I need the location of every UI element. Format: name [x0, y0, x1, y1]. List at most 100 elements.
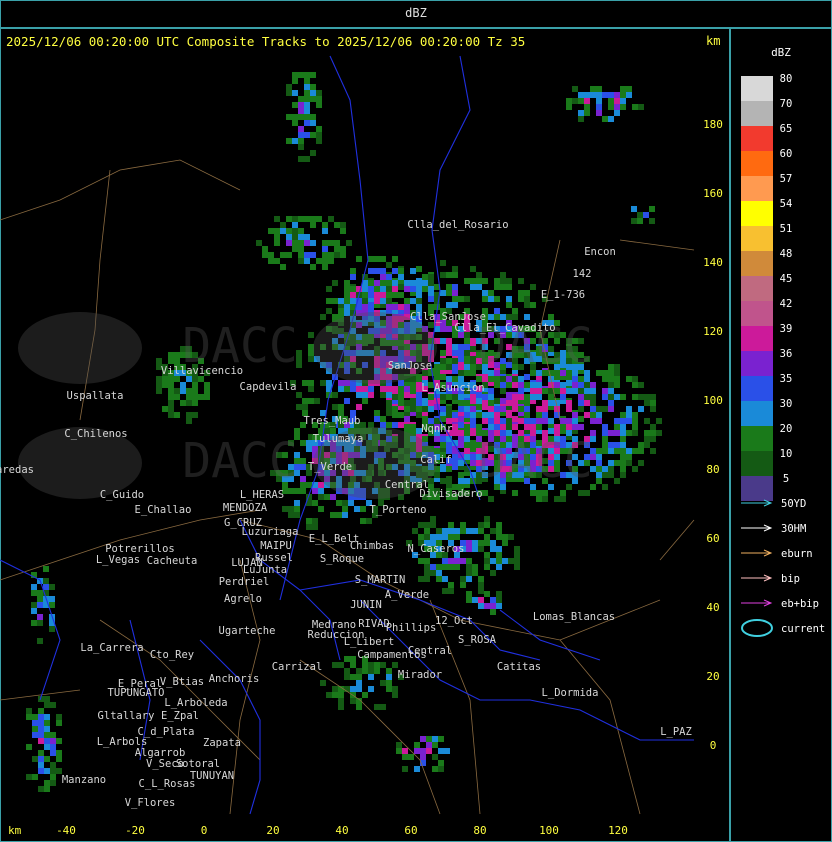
legend-swatch: [741, 176, 773, 201]
legend-level-label: 5: [783, 473, 789, 485]
legend-swatch: [741, 351, 773, 376]
legend-level-label: 39: [780, 323, 793, 335]
legend-level-label: 70: [780, 98, 793, 110]
legend-level-label: 57: [780, 173, 793, 185]
town-label: Luzuriaga: [242, 526, 299, 538]
radar-display: dBZ 2025/12/06 00:20:00 UTC Composite Tr…: [0, 0, 832, 842]
legend-swatch: [741, 251, 773, 276]
legend-level-label: 42: [780, 298, 793, 310]
y-tick-label: 120: [703, 325, 723, 338]
x-axis-unit-label: km: [8, 824, 22, 837]
legend-level-label: 20: [780, 423, 793, 435]
town-label: MENDOZA: [223, 502, 268, 514]
town-label: A_Verde: [385, 589, 429, 601]
town-label: La_Carrera: [80, 642, 143, 654]
town-label: Manzano: [62, 774, 106, 786]
town-label: Villavicencio: [161, 365, 243, 377]
town-label: Uspallata: [67, 390, 124, 402]
town-label: TUNUYAN: [190, 770, 234, 782]
town-label: SanJose: [388, 360, 432, 372]
town-label: Catitas: [497, 661, 541, 673]
town-label: Clla_del_Rosario: [407, 219, 508, 231]
legend-swatch: [741, 126, 773, 151]
town-label: Ugarteche: [219, 625, 276, 637]
town-label: TUPUNGATO: [108, 687, 165, 699]
town-label: Cacheuta: [147, 555, 198, 567]
town-label: Clla_El_Cavadito: [454, 322, 555, 334]
town-label: Nqnhr: [421, 423, 453, 435]
town-label: S_Roque: [320, 553, 364, 565]
track-label: eb+bip: [781, 598, 819, 610]
track-label: current: [781, 623, 825, 635]
town-label: L_Arboleda: [164, 697, 227, 709]
town-label: Agrelo: [224, 593, 262, 605]
town-label: Sotoral: [176, 758, 220, 770]
current-cell-icon: [741, 619, 773, 637]
x-tick-label: -20: [125, 824, 145, 837]
town-label: Lomas_Blancas: [533, 611, 615, 623]
town-label: Phillips: [386, 622, 437, 634]
x-tick-label: 60: [404, 824, 417, 837]
town-label: L_Asuncion: [421, 382, 484, 394]
track-label: 30HM: [781, 523, 806, 535]
legend-swatch: [741, 376, 773, 401]
town-label: Carrizal: [272, 661, 323, 673]
legend-swatch: [741, 476, 773, 501]
legend-swatch: [741, 151, 773, 176]
legend-swatch: [741, 451, 773, 476]
legend-level-label: 51: [780, 223, 793, 235]
y-tick-label: 160: [703, 187, 723, 200]
town-label: Perdriel: [219, 576, 270, 588]
town-label: JUNIN: [350, 599, 382, 611]
radar-map[interactable]: DACC DACCDACC DACC Clla_del_RosarioEncon14…: [0, 0, 832, 842]
legend-swatch: [741, 76, 773, 101]
town-label: Capdevila: [240, 381, 297, 393]
y-tick-label: 80: [706, 463, 719, 476]
legend-level-label: 65: [780, 123, 793, 135]
legend-level-label: 48: [780, 248, 793, 260]
town-label: T_Porteno: [370, 504, 427, 516]
legend-level-label: 35: [780, 373, 793, 385]
y-tick-label: 100: [703, 394, 723, 407]
legend-swatch: [741, 276, 773, 301]
town-label: L_Vegas: [96, 554, 140, 566]
track-label: bip: [781, 573, 800, 585]
legend-level-label: 45: [780, 273, 793, 285]
town-label: Mirador: [398, 669, 442, 681]
town-label: S_ROSA: [458, 634, 497, 646]
track-label: 50YD: [781, 498, 806, 510]
track-label: eburn: [781, 548, 813, 560]
town-label: 142: [573, 268, 592, 280]
y-tick-label: 180: [703, 118, 723, 131]
town-label: S_MARTIN: [355, 574, 406, 586]
town-label: L_Libert: [344, 636, 395, 648]
legend-swatch: [741, 401, 773, 426]
x-tick-label: 80: [473, 824, 486, 837]
town-label: Zapata: [203, 737, 241, 749]
town-label: Tres_Maub: [304, 415, 361, 427]
town-label: L_HERAS: [240, 489, 284, 501]
x-tick-label: 100: [539, 824, 559, 837]
legend-swatch: [741, 301, 773, 326]
x-tick-label: 120: [608, 824, 628, 837]
town-label: aredas: [0, 464, 34, 476]
town-label: Anchoris: [209, 673, 260, 685]
town-label: Calif: [420, 454, 452, 466]
town-label: N_Caseros: [408, 543, 465, 555]
town-label: Tulumaya: [313, 433, 364, 445]
legend-level-label: 10: [780, 448, 793, 460]
town-label: C_Chilenos: [64, 428, 127, 440]
watermark-text: DACC: [182, 433, 298, 489]
town-label: Divisadero: [419, 488, 482, 500]
town-label: C_L_Rosas: [139, 778, 196, 790]
legend-level-label: 54: [780, 198, 793, 210]
town-label: V_Flores: [125, 797, 176, 809]
watermark-text: DACC: [477, 433, 593, 489]
legend-swatch: [741, 101, 773, 126]
y-axis: 180 160 140 120 100 80 60 40 20 0: [703, 118, 723, 752]
town-label: C_Guido: [100, 489, 144, 501]
town-label: L_PAZ: [660, 726, 692, 738]
y-tick-label: 0: [710, 739, 717, 752]
town-label: LuJunta: [243, 564, 287, 576]
track-legend: 50YD 30HM eburn bip eb+bip current: [741, 498, 825, 637]
